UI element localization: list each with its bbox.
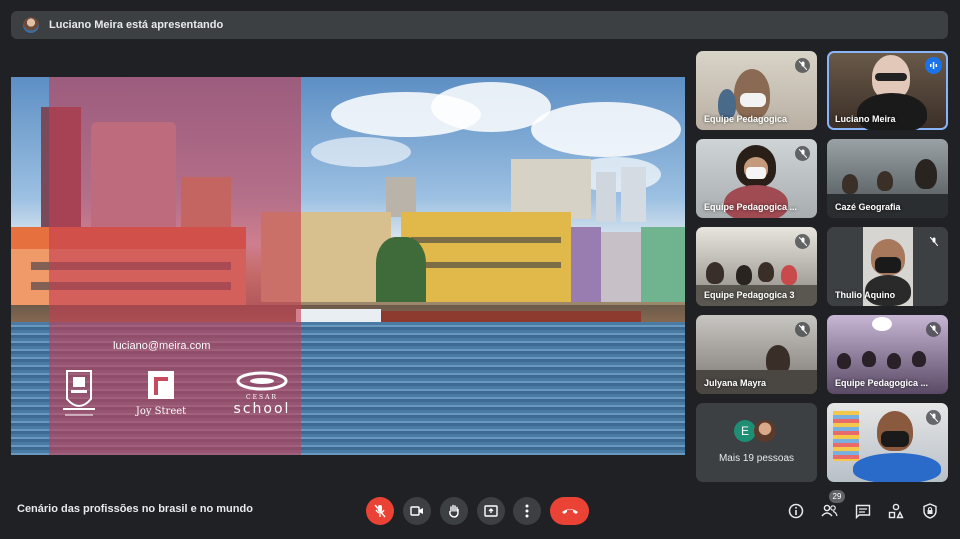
mic-off-icon [926,322,941,337]
more-participants-label: Mais 19 pessoas [718,453,795,464]
mic-off-icon [795,322,810,337]
slide-email: luciano@meira.com [113,340,211,352]
mic-off-icon [795,146,810,161]
presenter-avatar [23,17,39,33]
shield-lock-icon [923,503,937,519]
presentation-slide: luciano@meira.com Joy Street CESAR schoo… [11,77,685,455]
hand-icon [449,504,459,518]
participants-button[interactable] [820,502,838,520]
cesar-label: CESAR [246,394,278,401]
info-icon [788,503,804,519]
speaking-indicator-icon [925,57,942,74]
mic-off-icon [374,504,386,518]
shapes-icon [888,503,904,519]
participant-tile[interactable]: Thulio Aquino [827,227,948,306]
participant-name: Equipe Pedagogica 3 [704,290,795,300]
leave-call-button[interactable] [550,497,589,525]
mic-off-icon [795,58,810,73]
participant-tile[interactable]: Equipe Pedagogica [696,51,817,130]
more-vert-icon [525,504,529,518]
participant-tile-active-speaker[interactable]: Luciano Meira [827,51,948,130]
mic-toggle-button[interactable] [366,497,394,525]
participant-name: Equipe Pedagogica ... [704,202,798,212]
participant-count-badge: 29 [829,490,845,503]
participant-name: Luciano Meira [835,114,896,124]
more-participants-tile[interactable]: E Mais 19 pessoas [696,403,817,482]
camera-toggle-button[interactable] [403,497,431,525]
participant-tile[interactable]: Cazé Geografia [827,139,948,218]
participant-tile[interactable] [827,403,948,482]
cesar-school-logo: CESAR school [227,371,297,417]
participant-name: Thulio Aquino [835,290,896,300]
participant-name: Equipe Pedagogica ... [835,378,929,388]
presenting-banner: Luciano Meira está apresentando [11,11,948,39]
meeting-title: Cenário das profissões no brasil e no mu… [17,503,253,515]
cesar-school-label: school [233,401,291,417]
chat-icon [855,504,871,519]
host-controls-button[interactable] [921,502,939,520]
university-crest-logo [59,365,99,427]
participant-avatar: E [734,420,756,442]
participant-name: Cazé Geografia [835,202,901,212]
raise-hand-button[interactable] [440,497,468,525]
participant-tile[interactable]: Equipe Pedagogica 3 [696,227,817,306]
participant-tile[interactable]: Equipe Pedagogica ... [696,139,817,218]
joy-street-label: Joy Street [135,406,187,417]
mic-off-icon [926,410,941,425]
activities-button[interactable] [887,502,905,520]
participant-name: Equipe Pedagogica [704,114,788,124]
meeting-details-button[interactable] [787,502,805,520]
more-options-button[interactable] [513,497,541,525]
more-participants-avatars: E [734,420,782,444]
participant-name: Julyana Mayra [704,378,767,388]
mic-off-icon [795,234,810,249]
participant-tile[interactable]: Equipe Pedagogica ... [827,315,948,394]
mic-off-icon [926,234,941,249]
present-screen-icon [484,505,498,517]
presenter-text: Luciano Meira está apresentando [49,19,224,31]
joy-street-logo: Joy Street [131,369,191,417]
present-screen-button[interactable] [477,497,505,525]
chat-button[interactable] [854,502,872,520]
participant-avatar [754,420,776,442]
people-icon [820,504,838,517]
slide-logos: Joy Street CESAR school [59,365,299,427]
camera-icon [410,506,423,516]
participant-tile[interactable]: Julyana Mayra [696,315,817,394]
phone-hangup-icon [561,509,578,514]
